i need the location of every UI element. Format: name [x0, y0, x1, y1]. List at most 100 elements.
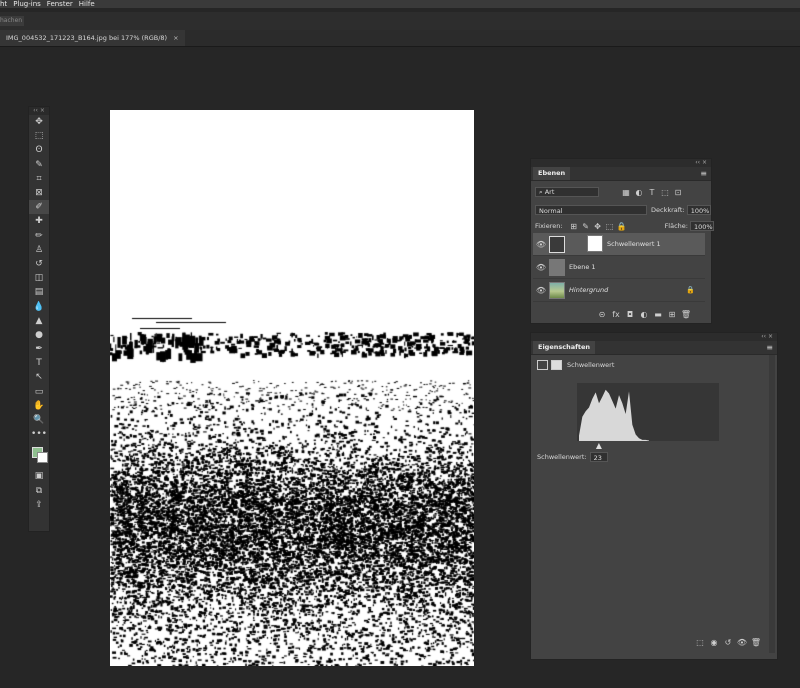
- document-tab-bar: IMG_004532_171223_B164.jpg bei 177% (RGB…: [0, 30, 800, 47]
- marquee-tool[interactable]: ⬚: [29, 129, 49, 143]
- panel-menu-icon[interactable]: ≡: [700, 169, 707, 178]
- adjustment-title: Schwellenwert: [567, 361, 615, 369]
- lock-icon[interactable]: 🔒: [617, 221, 627, 231]
- layers-footer-icon[interactable]: ⊝: [597, 309, 607, 319]
- screen-mode-icon[interactable]: ⧉: [29, 484, 49, 498]
- lock-icon[interactable]: ⬚: [605, 221, 615, 231]
- layer-mask-thumbnail[interactable]: [587, 235, 603, 252]
- document-tab[interactable]: IMG_004532_171223_B164.jpg bei 177% (RGB…: [0, 30, 185, 46]
- filter-icon[interactable]: ⊡: [673, 187, 683, 197]
- threshold-label: Schwellenwert:: [537, 453, 587, 461]
- tab-properties[interactable]: Eigenschaften: [533, 341, 596, 354]
- layers-panel-collapse[interactable]: ‹‹ ×: [531, 159, 711, 167]
- close-icon[interactable]: ×: [173, 34, 178, 42]
- brush-tool[interactable]: ✏: [29, 229, 49, 243]
- options-bar: hachen: [0, 12, 800, 31]
- properties-footer: ⬚ ◉ ↺ 👁 🗑: [537, 637, 765, 651]
- layers-footer-icon[interactable]: ◘: [625, 309, 635, 319]
- threshold-slider-handle[interactable]: [595, 443, 602, 449]
- document-canvas[interactable]: [110, 110, 474, 666]
- tab-layers[interactable]: Ebenen: [533, 167, 571, 180]
- layer-row[interactable]: 👁 Ebene 1: [533, 256, 705, 279]
- hand-tool[interactable]: ✋: [29, 399, 49, 413]
- sharpen-tool[interactable]: ▲: [29, 314, 49, 328]
- layer-row[interactable]: 👁 Schwellenwert 1: [533, 233, 705, 256]
- healing-brush-tool[interactable]: ✚: [29, 214, 49, 228]
- layer-filter-value: Art: [544, 188, 555, 196]
- properties-footer-icon[interactable]: 👁: [737, 637, 747, 647]
- threshold-image: [110, 110, 474, 666]
- layers-footer-icon[interactable]: ▬: [653, 309, 663, 319]
- quick-select-tool-icon: ✎: [35, 159, 43, 170]
- layer-name: Schwellenwert 1: [607, 240, 661, 248]
- layers-footer-icon[interactable]: fx: [611, 309, 621, 319]
- layers-panel: ‹‹ × Ebenen ≡ ⌕ Art ▦ ◐ T ⬚ ⊡ Normal Deckkra…: [530, 158, 714, 324]
- histogram: [577, 383, 719, 441]
- properties-footer-icon[interactable]: ⬚: [695, 637, 705, 647]
- path-select-tool-icon: ↖: [35, 372, 43, 383]
- layers-footer-icon[interactable]: ⊞: [667, 309, 677, 319]
- eye-icon[interactable]: 👁: [533, 286, 549, 295]
- properties-footer-icon[interactable]: 🗑: [751, 637, 761, 647]
- type-tool[interactable]: T: [29, 356, 49, 370]
- rectangle-tool[interactable]: ▭: [29, 385, 49, 399]
- share-icon[interactable]: ⇪: [29, 498, 49, 512]
- quick-select-tool[interactable]: ✎: [29, 158, 49, 172]
- blend-mode-select[interactable]: Normal: [535, 205, 647, 215]
- eye-icon[interactable]: 👁: [533, 263, 549, 272]
- pen-tool[interactable]: ✒: [29, 342, 49, 356]
- path-select-tool[interactable]: ↖: [29, 370, 49, 384]
- blur-tool[interactable]: 💧: [29, 299, 49, 313]
- lock-icon[interactable]: ✥: [593, 221, 603, 231]
- properties-panel-collapse[interactable]: ‹‹ ×: [531, 333, 777, 341]
- zoom-tool-icon: 🔍: [33, 415, 45, 426]
- eyedropper-tool-icon: ✐: [35, 202, 43, 213]
- panel-menu-icon[interactable]: ≡: [766, 343, 773, 352]
- clone-stamp-tool-icon: ♙: [34, 244, 44, 255]
- menu-item[interactable]: Hilfe: [79, 0, 95, 8]
- eye-icon[interactable]: 👁: [533, 240, 549, 249]
- opacity-input[interactable]: 100%: [686, 205, 711, 215]
- properties-panel: ‹‹ × Eigenschaften ≡ Schwellenwert Schwe…: [530, 332, 778, 660]
- tools-panel: ‹‹ × ✥ ⬚ ʘ ✎ ⌗ ⊠ ✐ ✚ ✏ ♙ ↺ ◫ ▤ 💧 ▲ ● ✒ T ↖ ▭ ✋ 🔍 ••• ▣ ⧉ ⇪: [28, 106, 50, 532]
- menu-item[interactable]: Plug-ins: [13, 0, 41, 8]
- background-color-swatch[interactable]: [37, 452, 48, 464]
- quick-mask-icon[interactable]: ▣: [29, 469, 49, 483]
- zoom-tool[interactable]: 🔍: [29, 413, 49, 427]
- dodge-tool[interactable]: ●: [29, 328, 49, 342]
- lock-icon[interactable]: ✎: [581, 221, 591, 231]
- filter-icon[interactable]: ◐: [634, 187, 644, 197]
- properties-scrollbar[interactable]: [769, 355, 775, 653]
- menu-item[interactable]: Fenster: [47, 0, 73, 8]
- layers-footer-icon[interactable]: 🗑: [681, 309, 691, 319]
- layer-thumbnail: [549, 281, 565, 299]
- more-tools[interactable]: •••: [29, 427, 49, 441]
- layer-thumbnail: [549, 258, 565, 276]
- brush-tool-icon: ✏: [35, 230, 43, 241]
- crop-tool[interactable]: ⌗: [29, 172, 49, 186]
- lasso-tool[interactable]: ʘ: [29, 143, 49, 157]
- layer-filter-select[interactable]: ⌕ Art: [535, 187, 599, 197]
- filter-icon[interactable]: ⬚: [660, 187, 670, 197]
- properties-footer-icon[interactable]: ↺: [723, 637, 733, 647]
- filter-icon[interactable]: ▦: [621, 187, 631, 197]
- menu-item[interactable]: ht: [0, 0, 7, 8]
- tools-panel-header[interactable]: ‹‹ ×: [29, 107, 49, 115]
- layer-row[interactable]: 👁 Hintergrund 🔒: [533, 279, 705, 302]
- properties-footer-icon[interactable]: ◉: [709, 637, 719, 647]
- move-tool[interactable]: ✥: [29, 115, 49, 129]
- eyedropper-tool[interactable]: ✐: [29, 200, 49, 215]
- layers-footer-icon[interactable]: ◐: [639, 309, 649, 319]
- mask-icon[interactable]: [551, 360, 562, 370]
- eraser-tool[interactable]: ◫: [29, 271, 49, 285]
- history-brush-tool[interactable]: ↺: [29, 257, 49, 271]
- filter-icon[interactable]: T: [647, 187, 657, 197]
- clone-stamp-tool[interactable]: ♙: [29, 243, 49, 257]
- gradient-tool[interactable]: ▤: [29, 285, 49, 299]
- threshold-input[interactable]: 23: [589, 452, 608, 462]
- hand-tool-icon: ✋: [33, 400, 45, 411]
- fill-input[interactable]: 100%: [689, 221, 714, 231]
- lock-icon[interactable]: ⊞: [569, 221, 579, 231]
- frame-tool[interactable]: ⊠: [29, 186, 49, 200]
- sharpen-tool-icon: ▲: [35, 315, 43, 326]
